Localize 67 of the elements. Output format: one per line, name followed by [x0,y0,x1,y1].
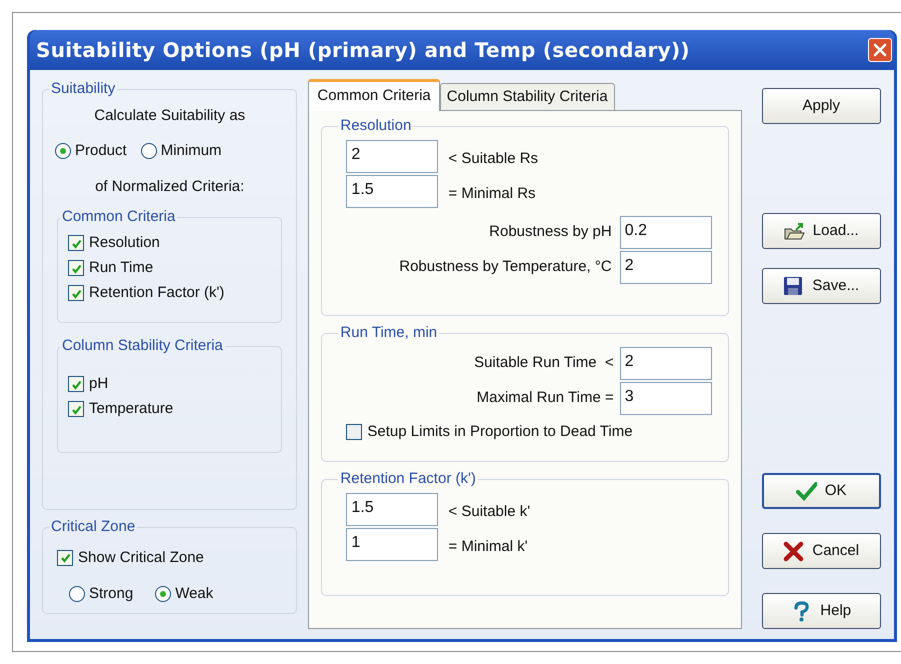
group-title: Run Time, min [339,323,438,343]
field-label: Maximal Run Time = [476,388,614,408]
check-icon [70,288,82,298]
field-label: = Minimal k' [448,536,528,557]
input-field[interactable]: 1 [346,528,438,560]
field-label: = Minimal Rs [448,184,536,204]
input-field[interactable]: 1.5 [346,174,438,208]
input-field[interactable]: 0.2 [620,216,712,248]
radio-button[interactable] [55,143,71,160]
input-field[interactable]: 2 [620,346,712,380]
field-label: < Suitable Rs [448,148,538,169]
button[interactable]: Apply [762,88,881,124]
input-field[interactable]: 1.5 [346,492,438,526]
group-title: Suitability [50,79,116,99]
group-title: Retention Factor (k') [339,469,477,489]
cross-icon [783,540,804,562]
radio-button[interactable] [69,586,85,602]
radio-button[interactable] [155,586,172,602]
button[interactable]: Help [762,593,881,629]
group-title: Critical Zone [50,517,136,537]
checkbox-label: Run Time [89,258,154,278]
button[interactable]: Load... [762,213,881,249]
radio-button[interactable] [140,143,157,160]
checkbox[interactable] [68,285,84,301]
checkbox[interactable] [68,235,84,251]
checkbox[interactable] [68,401,84,417]
checkbox[interactable] [57,550,73,566]
button[interactable]: OK [762,473,881,509]
checkbox-label: Retention Factor (k') [89,282,224,303]
check-icon [70,262,82,274]
field-label: Suitable Run Time < [474,352,614,373]
close-button[interactable] [868,38,892,62]
check-icon [70,378,82,390]
text: of Normalized Criteria: [94,176,246,196]
text: Calculate Suitability as [93,106,246,126]
folder-icon [784,220,805,242]
checkbox[interactable] [68,260,84,276]
input-field[interactable]: 2 [620,250,712,284]
check-icon [70,238,82,248]
checkbox-label: Temperature [89,398,174,419]
checkbox-label: pH [89,374,108,394]
radio-label: Product [75,141,127,161]
field-label: Robustness by pH [489,222,612,242]
group-title: Common Criteria [61,207,176,227]
checkbox-label: Resolution [89,232,160,253]
tab[interactable]: Column Stability Criteria [440,83,615,110]
button[interactable]: Cancel [762,533,881,569]
tab[interactable]: Common Criteria [308,79,440,111]
radio-label: Weak [175,584,214,604]
checkbox[interactable] [68,376,84,392]
close-icon [873,43,887,57]
field-label: Robustness by Temperature, °C [399,256,612,277]
radio-label: Strong [89,584,134,604]
input-field[interactable]: 2 [346,140,438,172]
field-label: < Suitable k' [448,502,530,522]
input-field[interactable]: 3 [620,382,712,414]
check-icon [70,404,82,414]
checkbox[interactable] [346,424,362,440]
group-title: Resolution [339,116,412,136]
check-icon [60,552,70,564]
checkmark-icon [796,480,817,502]
checkbox-label: Show Critical Zone [78,548,204,568]
window-title: Suitability Options (pH (primary) and Temp (secondary)) [36,37,690,64]
checkbox-label: Setup Limits in Proportion to Dead Time [367,422,633,442]
radio-label: Minimum [160,141,222,161]
group-title: Column Stability Criteria [61,336,224,356]
button[interactable]: Save... [762,268,881,304]
